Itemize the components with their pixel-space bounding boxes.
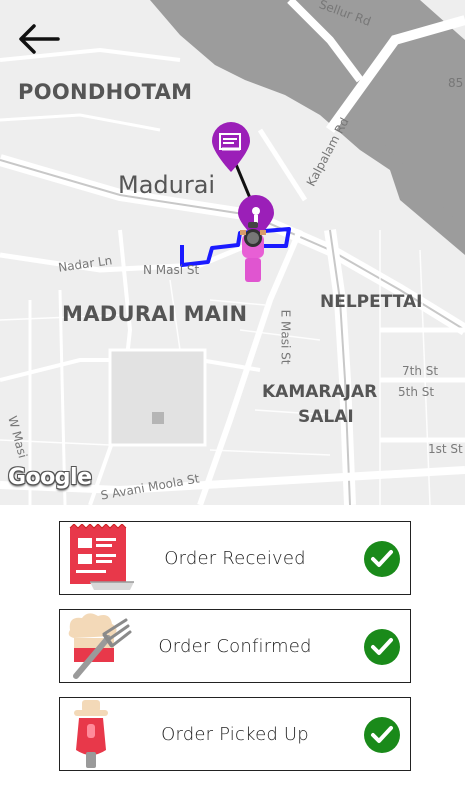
google-attribution: Google [8,465,92,490]
status-label-confirmed: Order Confirmed [158,635,312,657]
map-label-1st-st: 1st St [428,442,463,456]
map-view[interactable]: POONDHOTAM Madurai MADURAI MAIN NELPETTA… [0,0,465,505]
map-label-7th-st: 7th St [402,364,439,378]
map-label-nelpettai: NELPETTAI [320,292,423,312]
status-label-received: Order Received [164,547,306,569]
arrow-left-icon [19,24,60,54]
check-circle-icon [364,541,400,577]
map-label-road-85: 85 [448,76,464,90]
status-card-order-received: Order Received [59,521,411,595]
map-label-salai: SALAI [298,407,354,427]
map-label-5th-st: 5th St [398,385,435,399]
back-button[interactable] [18,22,66,58]
status-label-picked-up: Order Picked Up [161,723,309,745]
status-card-order-confirmed: Order Confirmed [59,609,411,683]
map-label-poondhotam: POONDHOTAM [18,80,193,104]
map-label-kamarajar: KAMARAJAR [262,382,378,402]
check-circle-icon [364,717,400,753]
restaurant-marker-icon[interactable] [210,122,252,174]
status-card-order-picked-up: Order Picked Up [59,697,411,771]
map-label-e-masi-st: E Masi St [278,309,293,365]
map-label-city: Madurai [118,171,216,199]
delivery-rider-icon [240,222,266,282]
map-base [0,0,465,505]
check-circle-icon [364,629,400,665]
map-label-n-masi-st: N Masi St [143,263,200,277]
map-label-madurai-main: MADURAI MAIN [62,302,248,326]
